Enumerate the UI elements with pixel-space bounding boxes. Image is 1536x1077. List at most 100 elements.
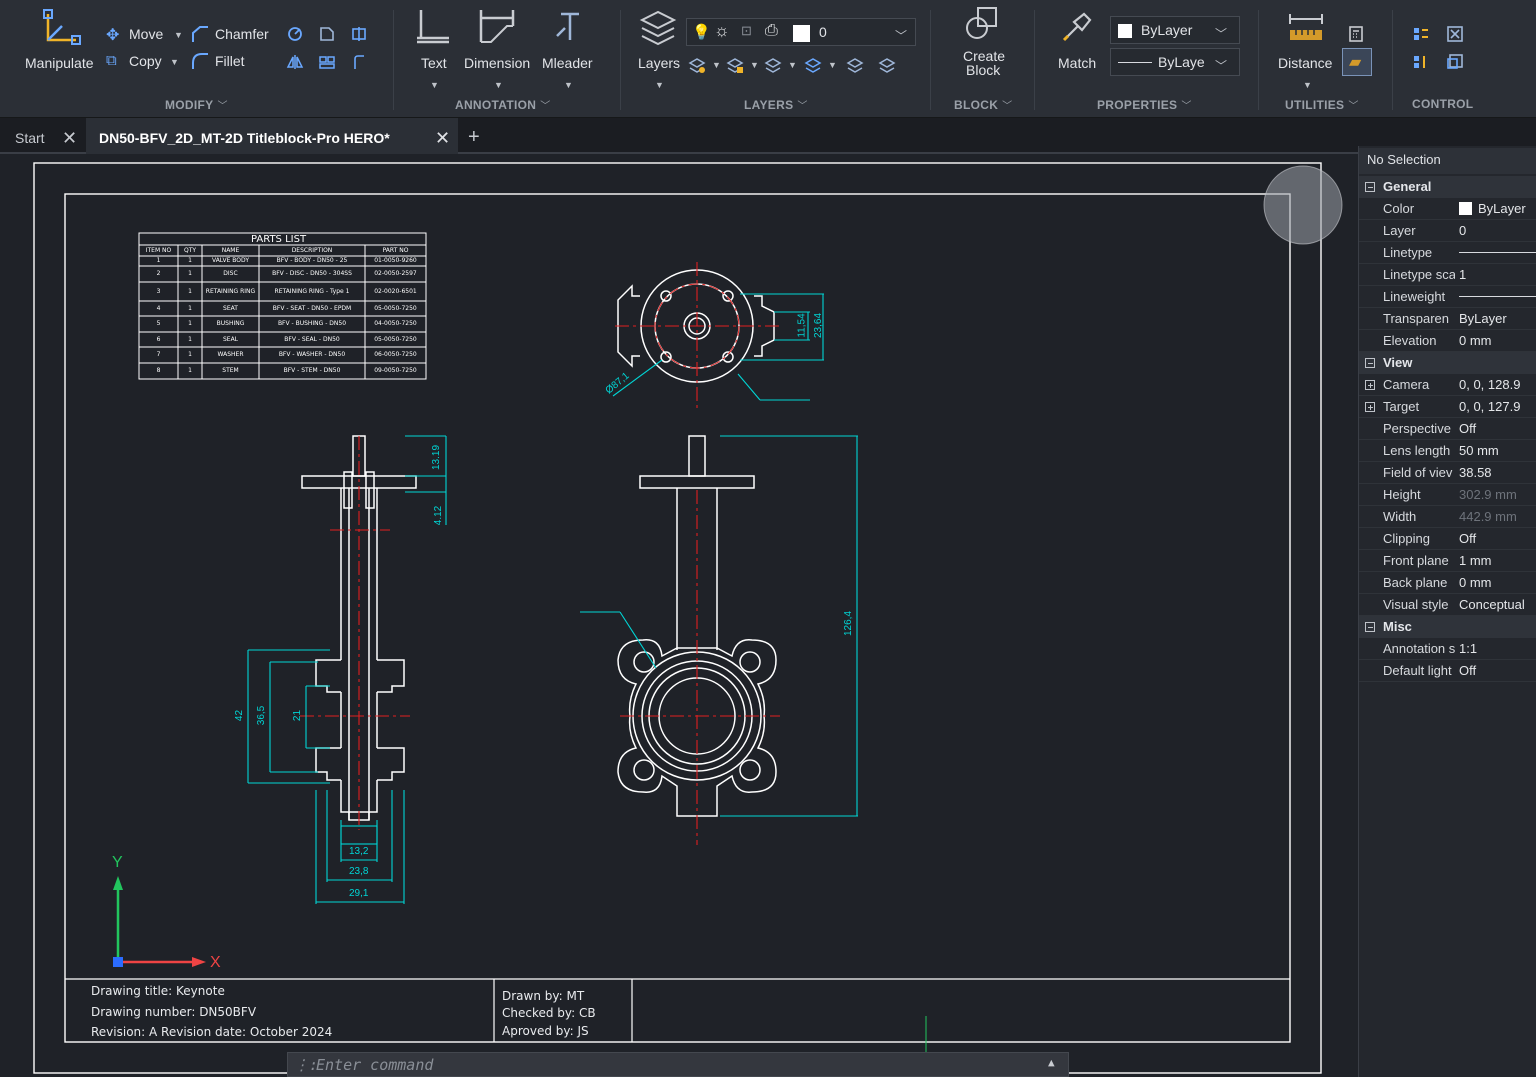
tab-start[interactable]: Start (15, 130, 45, 146)
move-button[interactable]: Move (129, 26, 163, 42)
color-combo[interactable]: ByLayer ﹀ (1110, 16, 1240, 44)
dimension-dropdown-icon[interactable]: ▼ (494, 80, 503, 90)
mleader-button[interactable]: Mleader (542, 55, 593, 71)
ucs-y-label: Y (112, 854, 123, 871)
layer-tool-2-icon[interactable] (726, 56, 744, 74)
distance-dropdown-icon[interactable]: ▼ (1303, 80, 1312, 90)
layer-tool-1-icon[interactable] (688, 56, 706, 74)
parts-list-cell: 1 (188, 320, 192, 327)
layers-dropdown-icon[interactable]: ▼ (655, 80, 664, 90)
expand-target-icon[interactable] (1365, 402, 1375, 412)
mirror-icon[interactable] (286, 53, 304, 71)
command-history-icon[interactable]: ▲ (1048, 1056, 1055, 1069)
prop-clipping-label: Clipping (1383, 531, 1430, 546)
calculator-icon[interactable] (1347, 25, 1365, 43)
prop-camera-value[interactable]: 0, 0, 128.9 (1459, 377, 1536, 392)
distance-button[interactable]: Distance (1278, 55, 1332, 71)
block-group-title[interactable]: BLOCK ﹀ (954, 97, 1012, 112)
parts-list-cell: 05-0050-7250 (374, 336, 417, 343)
prop-annotation-scale-value[interactable]: 1:1 (1459, 641, 1536, 656)
selection-dropdown[interactable]: No Selection (1359, 148, 1536, 174)
annotation-group-title[interactable]: ANNOTATION ﹀ (455, 97, 551, 112)
collapse-general-icon[interactable] (1365, 182, 1375, 192)
control-group-title[interactable]: CONTROL (1412, 97, 1473, 111)
prop-front-plane-value[interactable]: 1 mm (1459, 553, 1536, 568)
control-1-icon[interactable] (1412, 25, 1430, 43)
drawn-by: Drawn by: MT (502, 989, 585, 1003)
fillet-button[interactable]: Fillet (215, 53, 245, 69)
text-button[interactable]: Text (421, 55, 447, 71)
prop-linetype-scale-label: Linetype sca (1383, 267, 1455, 282)
array-icon[interactable] (318, 53, 336, 71)
scale-icon[interactable] (318, 25, 336, 43)
prop-linetype-value[interactable] (1459, 245, 1536, 260)
create-block-button-line2[interactable]: Block (966, 62, 1000, 78)
ucs-icon (113, 876, 206, 967)
prop-target-value[interactable]: 0, 0, 127.9 (1459, 399, 1536, 414)
utilities-group-title[interactable]: UTILITIES ﹀ (1285, 97, 1359, 112)
linetype-combo[interactable]: ByLaye ﹀ (1110, 48, 1240, 76)
expand-camera-icon[interactable] (1365, 380, 1375, 390)
dim-13-19: 13.19 (431, 444, 443, 471)
layer-combo[interactable]: 💡 ☼ ⊡ ⎙ 0 ﹀ (686, 18, 916, 46)
prop-lens-label: Lens length (1383, 443, 1451, 458)
prop-lineweight-value[interactable] (1459, 289, 1536, 304)
collapse-misc-icon[interactable] (1365, 622, 1375, 632)
category-view[interactable]: View (1359, 352, 1536, 374)
rotate-icon[interactable] (286, 25, 304, 43)
properties-group-title[interactable]: PROPERTIES ﹀ (1097, 97, 1192, 112)
offset-icon[interactable] (350, 53, 368, 71)
modify-group-title[interactable]: MODIFY ﹀ (165, 97, 228, 112)
measure-active-button[interactable]: ▰ (1342, 48, 1372, 76)
prop-color-value[interactable]: ByLayer (1459, 201, 1536, 216)
tab-start-close-icon[interactable]: ✕ (62, 128, 77, 149)
prop-default-light-value[interactable]: Off (1459, 663, 1536, 678)
layer-tool-4-icon[interactable] (804, 56, 822, 74)
prop-layer-value[interactable]: 0 (1459, 223, 1536, 238)
parts-list-cell: 06-0050-7250 (374, 351, 417, 358)
parts-list-cell: 8 (156, 367, 161, 374)
layers-group-title[interactable]: LAYERS ﹀ (744, 97, 808, 112)
prop-transparency-value[interactable]: ByLayer (1459, 311, 1536, 326)
properties-panel: No Selection General Color ByLayer Layer 0… (1358, 146, 1536, 1077)
control-4-icon[interactable] (1446, 53, 1464, 71)
dimension-button[interactable]: Dimension (464, 55, 530, 71)
layer-tool-6-icon[interactable] (878, 56, 896, 74)
prop-visual-style-value[interactable]: Conceptual (1459, 597, 1536, 612)
prop-elevation-value[interactable]: 0 mm (1459, 333, 1536, 348)
prop-height-label: Height (1383, 487, 1421, 502)
layer-tool-3-icon[interactable] (764, 56, 782, 74)
control-3-icon[interactable] (1412, 53, 1430, 71)
print-icon: ⎙ (765, 22, 778, 39)
prop-clipping-value[interactable]: Off (1459, 531, 1536, 546)
dim-42: 42 (234, 709, 246, 722)
prop-layer-label: Layer (1383, 223, 1416, 238)
command-input[interactable]: Enter command (316, 1056, 433, 1074)
move-dropdown-icon[interactable]: ▼ (174, 30, 183, 40)
prop-lens-value[interactable]: 50 mm (1459, 443, 1536, 458)
layers-button[interactable]: Layers (638, 55, 680, 71)
stretch-icon[interactable] (350, 25, 368, 43)
command-line[interactable]: ⋮: Enter command ▲ (287, 1052, 1069, 1077)
tab-document[interactable]: DN50-BFV_2D_MT-2D Titleblock-Pro HERO* (99, 130, 390, 146)
prop-linetype-scale-value[interactable]: 1 (1459, 267, 1536, 282)
collapse-view-icon[interactable] (1365, 358, 1375, 368)
drawing-canvas[interactable]: PARTS LIST ITEM NO QTY NAME DESCRIPTION PART… (0, 154, 1355, 1077)
mleader-dropdown-icon[interactable]: ▼ (564, 80, 573, 90)
prop-perspective-value[interactable]: Off (1459, 421, 1536, 436)
tab-document-close-icon[interactable]: ✕ (435, 128, 450, 149)
chamfer-button[interactable]: Chamfer (215, 26, 269, 42)
copy-dropdown-icon[interactable]: ▼ (170, 57, 179, 67)
manipulate-button[interactable]: Manipulate (25, 55, 94, 71)
category-general[interactable]: General (1359, 176, 1536, 198)
parts-list-cell: 2 (156, 270, 161, 277)
category-misc[interactable]: Misc (1359, 616, 1536, 638)
text-dropdown-icon[interactable]: ▼ (430, 80, 439, 90)
control-2-icon[interactable] (1446, 25, 1464, 43)
new-tab-icon[interactable]: + (468, 126, 480, 149)
prop-back-plane-value[interactable]: 0 mm (1459, 575, 1536, 590)
match-button[interactable]: Match (1058, 55, 1096, 71)
prop-fov-value[interactable]: 38.58 (1459, 465, 1536, 480)
copy-button[interactable]: Copy (129, 53, 162, 69)
layer-tool-5-icon[interactable] (846, 56, 864, 74)
